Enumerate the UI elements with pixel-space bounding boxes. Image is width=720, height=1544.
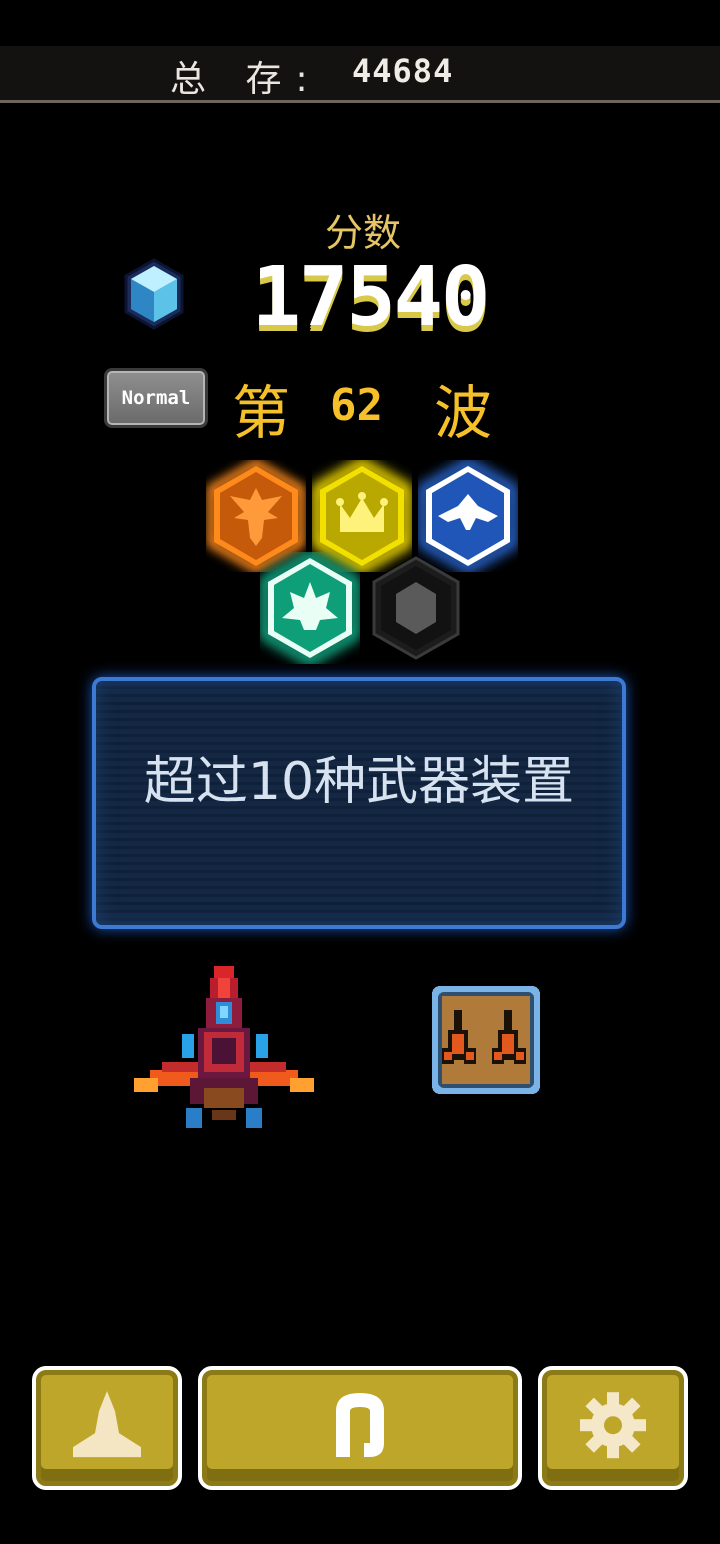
restart-icon <box>336 1392 384 1457</box>
teal-ship-badge[interactable] <box>260 552 360 664</box>
score-value: 17540 <box>251 250 491 345</box>
tip-text: 超过10种武器装置 <box>143 752 575 812</box>
tip-panel: 超过10种武器装置 <box>92 677 626 929</box>
settings-button[interactable] <box>538 1366 688 1490</box>
locked-badge <box>372 556 460 660</box>
retry-button[interactable] <box>198 1366 522 1490</box>
total-coins-value: 44684 <box>352 52 454 90</box>
achievement-badges <box>200 460 530 670</box>
total-coins-label: 总 存: <box>170 59 322 100</box>
hangar-button[interactable] <box>32 1366 182 1490</box>
wave-suffix: 波 <box>434 379 493 447</box>
ship-icon <box>73 1391 141 1458</box>
wave-indicator: 第 62 波 <box>232 366 502 447</box>
score-label: 分数 <box>324 211 401 255</box>
difficulty-badge: Normal <box>104 368 208 428</box>
wave-number: 62 <box>330 380 383 431</box>
gem-icon <box>124 258 184 330</box>
wave-prefix: 第 <box>232 379 291 447</box>
total-coins-bar: 总 存: 44684 <box>0 46 720 103</box>
gear-icon <box>580 1392 646 1459</box>
player-ship <box>134 966 314 1128</box>
wingman-pickup-icon[interactable] <box>430 984 542 1096</box>
